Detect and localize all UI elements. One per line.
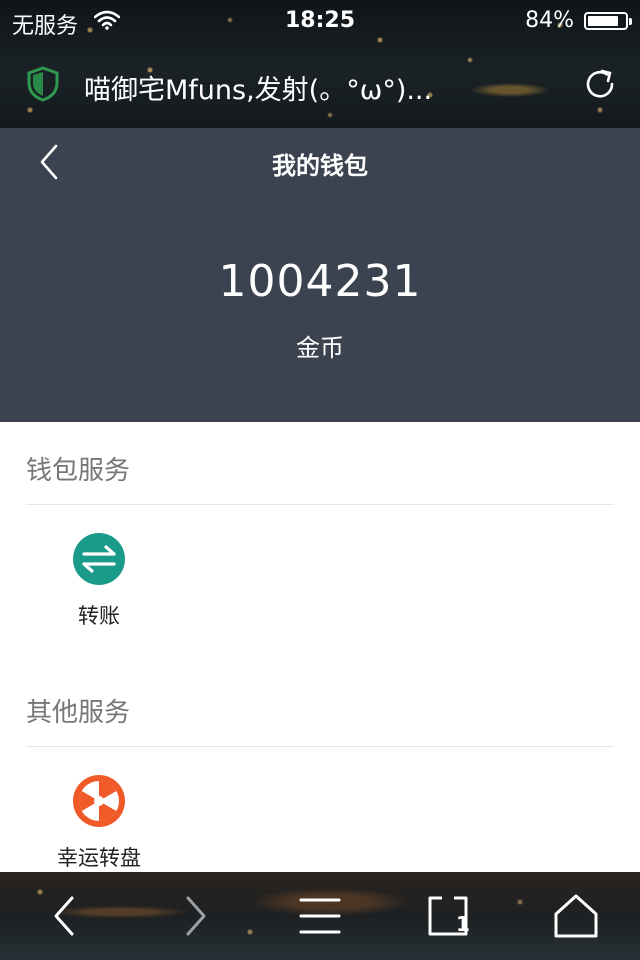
browser-toolbar: 1 [0,872,640,960]
refresh-icon[interactable] [582,66,618,102]
lucky-wheel-button[interactable]: 幸运转盘 [39,774,159,872]
other-services-title: 其他服务 [26,698,131,728]
wallet-content: 钱包服务 转账 其他服务 幸运转盘 [0,422,640,872]
tab-count: 1 [456,912,470,936]
status-bar: 无服务 18:25 84% [0,0,640,42]
wallet-title: 我的钱包 [272,152,368,180]
divider [26,746,614,747]
wallet-header: 我的钱包 1004231 金币 [0,128,640,422]
currency-label: 金币 [296,334,344,362]
battery-percent: 84% [525,8,574,33]
transfer-icon [73,533,125,585]
page-title[interactable]: 喵御宅Mfuns,发射(。°ω°)... [84,68,432,107]
battery-fill [588,16,619,26]
wallet-services-title: 钱包服务 [26,456,131,486]
forward-icon[interactable] [170,892,218,940]
lucky-wheel-icon [73,775,125,827]
transfer-button[interactable]: 转账 [39,532,159,630]
tabs-button[interactable]: 1 [424,892,472,940]
menu-icon[interactable] [296,892,344,940]
browser-address-bar[interactable]: 喵御宅Mfuns,发射(。°ω°)... [0,52,640,116]
home-icon[interactable] [552,892,600,940]
divider [26,504,614,505]
battery-icon [584,12,632,30]
coin-balance: 1004231 [218,256,422,307]
shield-icon[interactable] [26,66,60,102]
lucky-wheel-label: 幸运转盘 [57,846,141,870]
back-icon[interactable] [42,892,90,940]
transfer-label: 转账 [78,604,120,628]
